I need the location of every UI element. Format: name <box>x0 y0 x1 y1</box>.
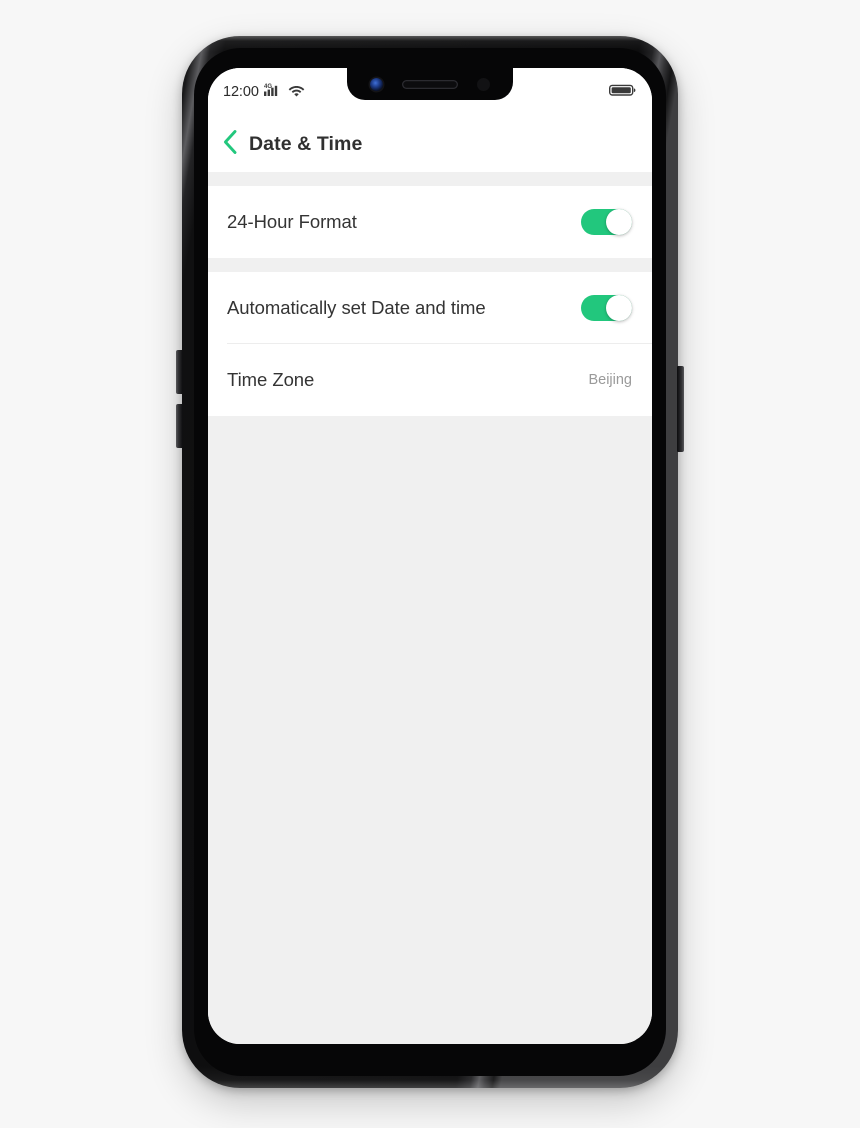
toggle-knob <box>606 209 632 235</box>
toggle-automatically-set-date-and-time[interactable] <box>581 295 632 321</box>
row-control <box>581 209 632 235</box>
toggle-24-hour-format[interactable] <box>581 209 632 235</box>
display-notch <box>347 68 513 100</box>
row-label: Time Zone <box>227 369 315 390</box>
row-label: Automatically set Date and time <box>227 297 486 318</box>
front-camera-icon <box>370 77 383 91</box>
row-label: 24-Hour Format <box>227 211 357 232</box>
back-chevron-icon[interactable] <box>222 129 238 160</box>
battery-full-icon <box>608 83 636 102</box>
group-separator <box>208 172 652 186</box>
phone-display: 12:00 4G Date & Time 24-Hour Format Auto… <box>208 68 652 1044</box>
svg-text:4G: 4G <box>264 84 272 90</box>
settings-group-2: Automatically set Date and time Time Zon… <box>208 272 652 416</box>
cellular-signal-4g-icon: 4G <box>263 82 283 102</box>
toggle-knob <box>606 295 632 321</box>
earpiece-speaker-icon <box>402 79 458 89</box>
title-bar: Date & Time <box>208 116 652 172</box>
row-control <box>581 295 632 321</box>
power-button[interactable] <box>677 366 684 452</box>
proximity-sensor-icon <box>477 77 490 91</box>
settings-content: 24-Hour Format Automatically set Date an… <box>208 172 652 1044</box>
volume-down-button[interactable] <box>176 404 183 448</box>
row-automatically-set-date-and-time[interactable]: Automatically set Date and time <box>208 272 652 344</box>
page-title: Date & Time <box>249 132 363 155</box>
status-bar-clock: 12:00 <box>223 83 259 100</box>
group-separator <box>208 258 652 272</box>
volume-up-button[interactable] <box>176 350 183 394</box>
row-time-zone[interactable]: Time Zone Beijing <box>208 344 652 416</box>
wifi-icon <box>288 83 305 102</box>
phone-screen-glass: 12:00 4G Date & Time 24-Hour Format Auto… <box>194 48 666 1076</box>
status-bar-left: 12:00 4G <box>223 82 305 102</box>
row-24-hour-format[interactable]: 24-Hour Format <box>208 186 652 258</box>
status-bar-right <box>608 83 636 102</box>
row-control: Beijing <box>588 372 632 388</box>
settings-group-1: 24-Hour Format <box>208 186 652 258</box>
time-zone-value: Beijing <box>588 372 632 388</box>
screenshot-stage: 12:00 4G Date & Time 24-Hour Format Auto… <box>0 0 860 1128</box>
